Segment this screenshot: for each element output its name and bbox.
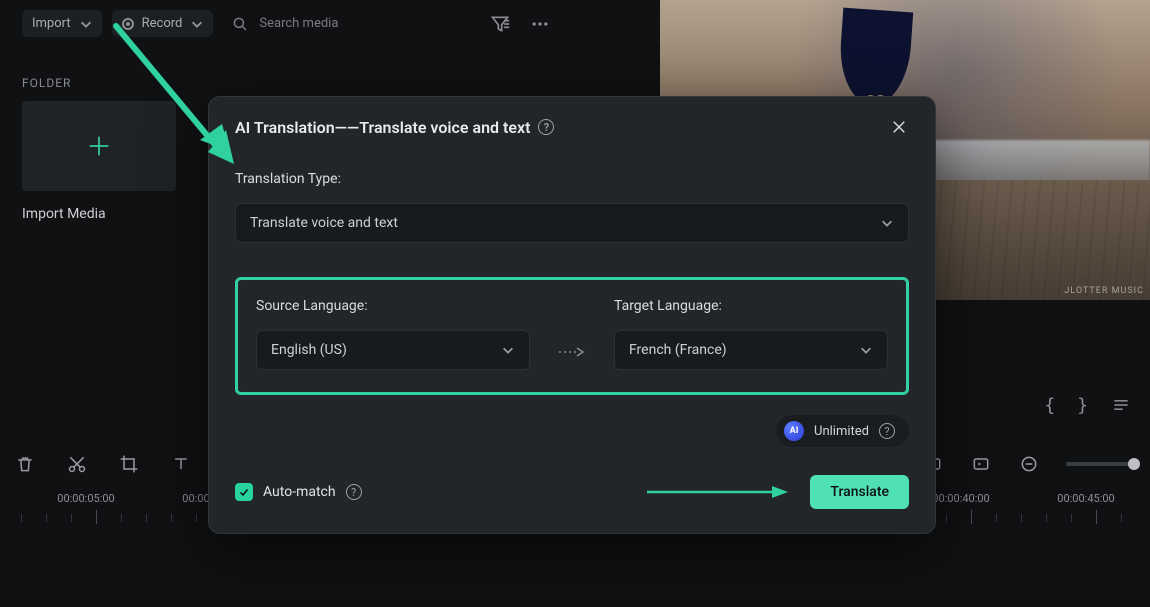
import-button[interactable]: Import — [22, 10, 102, 37]
target-language-select[interactable]: French (France) — [614, 330, 888, 370]
import-media-tile[interactable] — [22, 101, 176, 191]
search-placeholder: Search media — [259, 16, 429, 31]
crop-icon[interactable] — [118, 453, 140, 475]
annotation-arrow — [642, 482, 792, 502]
unlimited-badge: AI Unlimited ? — [776, 415, 909, 447]
trash-icon[interactable] — [14, 453, 36, 475]
source-language-value: English (US) — [271, 342, 347, 358]
chevron-down-icon — [880, 216, 894, 230]
chevron-down-icon — [79, 17, 92, 30]
import-label: Import — [32, 16, 71, 31]
target-language-label: Target Language: — [614, 298, 888, 314]
check-icon — [235, 483, 253, 501]
arrow-between-icon — [552, 298, 592, 370]
cut-icon[interactable] — [66, 453, 88, 475]
folder-heading: FOLDER — [22, 76, 71, 90]
help-icon[interactable]: ? — [879, 423, 895, 439]
translation-type-value: Translate voice and text — [250, 215, 398, 231]
zoom-slider[interactable] — [1066, 462, 1136, 466]
top-toolbar: Import Record Search media — [22, 10, 1150, 37]
modal-title: AI Translation——Translate voice and text… — [235, 118, 554, 137]
more-icon[interactable] — [529, 13, 551, 35]
record-button[interactable]: Record — [112, 10, 214, 37]
ai-translation-modal: AI Translation——Translate voice and text… — [208, 96, 936, 534]
help-icon[interactable]: ? — [346, 484, 362, 500]
unlimited-label: Unlimited — [814, 424, 869, 439]
translation-type-label: Translation Type: — [235, 171, 909, 187]
time-label: 00:00:40:00 — [932, 492, 989, 505]
language-highlight-box: Source Language: English (US) Target Lan… — [235, 277, 909, 395]
import-media-label: Import Media — [22, 206, 106, 222]
automatch-label: Auto-match — [263, 484, 336, 500]
chevron-down-icon — [501, 343, 515, 357]
translate-button[interactable]: Translate — [810, 475, 909, 509]
brace-open-icon[interactable]: { — [1044, 395, 1055, 416]
help-icon[interactable]: ? — [538, 119, 554, 135]
record-label: Record — [142, 16, 183, 31]
chevron-down-icon — [190, 17, 203, 30]
brace-close-icon[interactable]: } — [1077, 395, 1088, 416]
modal-title-text: AI Translation——Translate voice and text — [235, 118, 530, 137]
ai-icon: AI — [784, 421, 804, 441]
filter-icon[interactable] — [489, 13, 511, 35]
list-icon[interactable] — [1110, 394, 1132, 416]
chevron-down-icon — [859, 343, 873, 357]
translation-type-select[interactable]: Translate voice and text — [235, 203, 909, 243]
time-label: 00:00:05:00 — [57, 492, 114, 505]
target-language-value: French (France) — [629, 342, 727, 358]
record-icon — [122, 18, 134, 30]
search-field[interactable]: Search media — [231, 15, 429, 33]
search-icon — [231, 15, 249, 33]
fit-icon[interactable] — [970, 453, 992, 475]
preview-watermark: JLOTTER MUSIC — [1064, 286, 1144, 296]
source-language-label: Source Language: — [256, 298, 530, 314]
close-icon[interactable] — [889, 117, 909, 137]
right-marker-icons: { } — [1044, 394, 1132, 416]
time-label: 00:00:45:00 — [1057, 492, 1114, 505]
automatch-checkbox[interactable]: Auto-match ? — [235, 483, 362, 501]
zoom-out-icon[interactable] — [1018, 453, 1040, 475]
text-icon[interactable] — [170, 453, 192, 475]
source-language-select[interactable]: English (US) — [256, 330, 530, 370]
